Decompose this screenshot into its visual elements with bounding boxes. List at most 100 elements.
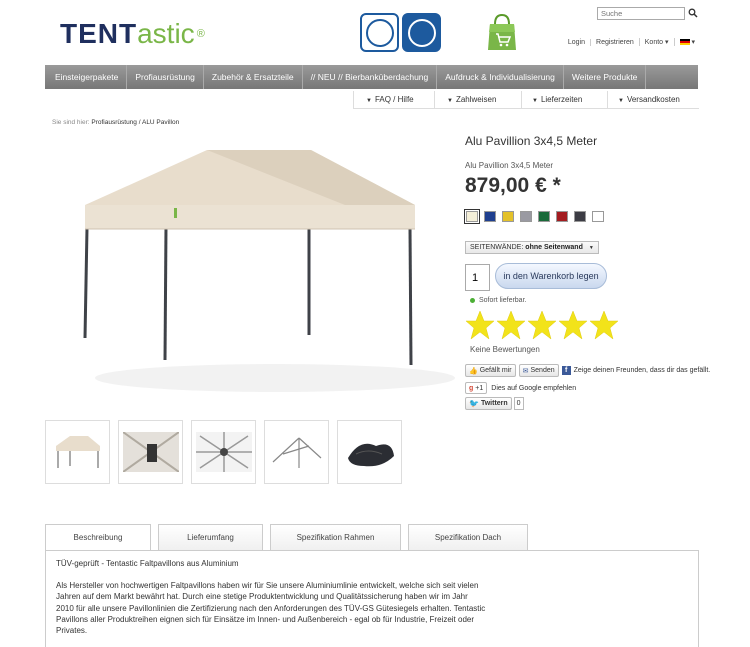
facebook-send-button[interactable]: ✉ Senden — [518, 364, 559, 377]
thumbnail-4[interactable] — [264, 420, 329, 484]
description-heading: TÜV-geprüft - Tentastic Faltpavillons au… — [56, 559, 239, 568]
nav-bierbankueberdachung[interactable]: // NEU // Bierbankūberdachung — [303, 65, 438, 89]
facebook-actions: 👍 Gefällt mir ✉ Senden f Zeige deinen Freu… — [465, 364, 710, 377]
main-navigation: Einsteigerpakete Profiausrüstung Zubehör… — [45, 65, 698, 89]
google-plus-button[interactable]: g +1 — [465, 382, 488, 394]
shopping-bag-icon[interactable] — [486, 12, 518, 52]
twitter-count: 0 — [513, 397, 524, 410]
subnav-versandkosten[interactable]: ▼ Versandkosten — [607, 91, 699, 108]
product-title: Alu Pavillion 3x4,5 Meter — [465, 134, 598, 148]
star-icon[interactable] — [465, 310, 495, 340]
add-to-cart-button[interactable]: in den Warenkorb legen — [495, 263, 607, 289]
star-icon[interactable] — [589, 310, 619, 340]
breadcrumb-prefix: Sie sind hier: — [52, 119, 92, 126]
nav-aufdruck[interactable]: Aufdruck & Individualisierung — [437, 65, 564, 89]
google-plus-icon: g — [469, 384, 474, 392]
color-swatch[interactable] — [592, 211, 604, 222]
google-plus-text: Dies auf Google empfehlen — [491, 384, 577, 392]
facebook-like-button[interactable]: 👍 Gefällt mir — [465, 364, 516, 377]
breadcrumb-current[interactable]: ALU Pavillon — [142, 119, 179, 126]
subnav-lieferzeiten-label: Lieferzeiten — [540, 95, 583, 104]
color-swatch[interactable] — [538, 211, 550, 222]
product-thumbnails — [45, 420, 402, 484]
quantity-input[interactable] — [465, 264, 490, 291]
triangle-down-icon: ▼ — [618, 98, 624, 104]
send-icon: ✉ — [522, 367, 529, 375]
twitter-actions: 🐦 Twittern 0 — [465, 397, 524, 410]
account-links: Login Registrieren Konto ▾ ▾ — [563, 38, 700, 46]
triangle-down-icon: ▼ — [588, 244, 594, 251]
tab-spezifikation-dach[interactable]: Spezifikation Dach — [408, 524, 528, 550]
twitter-button[interactable]: 🐦 Twittern — [465, 397, 512, 410]
subnav-zahlweisen-label: Zahlweisen — [455, 95, 497, 104]
thumbnail-3[interactable] — [191, 420, 256, 484]
register-link[interactable]: Registrieren — [590, 38, 639, 46]
service-navigation: ▼ FAQ / Hilfe ▼ Zahlweisen ▼ Lieferzeiten ▼… — [353, 91, 699, 109]
product-main-image[interactable] — [45, 130, 455, 400]
gs-seal-icon — [402, 13, 441, 52]
color-swatch[interactable] — [464, 209, 480, 224]
logo-text-tent: TENT — [60, 18, 138, 49]
tab-beschreibung[interactable]: Beschreibung — [45, 524, 151, 551]
stock-status: Sofort lieferbar. — [470, 297, 526, 304]
breadcrumb: Sie sind hier: Profiausrüstung / ALU Pav… — [52, 119, 179, 126]
color-swatch[interactable] — [484, 211, 496, 222]
description-panel: TÜV-geprüft - Tentastic Faltpavillons au… — [45, 550, 699, 647]
google-plus-actions: g +1 Dies auf Google empfehlen — [465, 382, 576, 394]
site-logo[interactable]: TENT astic ® — [60, 16, 205, 52]
facebook-icon: f — [561, 366, 571, 375]
triangle-down-icon: ▼ — [447, 98, 453, 104]
language-selector[interactable]: ▾ — [673, 38, 700, 46]
nav-weitere-produkte[interactable]: Weitere Produkte — [564, 65, 647, 89]
tab-lieferumfang[interactable]: Lieferumfang — [158, 524, 263, 550]
facebook-text: Zeige deinen Freunden, dass dir das gefä… — [573, 367, 711, 374]
product-subtitle: Alu Pavillion 3x4,5 Meter — [465, 161, 554, 170]
thumbnail-1[interactable] — [45, 420, 110, 484]
subnav-faq-label: FAQ / Hilfe — [374, 95, 414, 104]
search-input[interactable] — [597, 7, 685, 20]
login-link[interactable]: Login — [563, 39, 590, 46]
description-body: Als Hersteller von hochwertigen Faltpavi… — [56, 581, 486, 636]
reviews-count[interactable]: Keine Bewertungen — [470, 345, 540, 354]
logo-text-astic: astic — [137, 18, 195, 49]
thumbnail-5[interactable] — [337, 420, 402, 484]
account-menu[interactable]: Konto ▾ — [638, 38, 674, 46]
tab-spezifikation-rahmen[interactable]: Spezifikation Rahmen — [270, 524, 401, 550]
tuv-seal-icon — [360, 13, 399, 52]
subnav-versandkosten-label: Versandkosten — [626, 95, 680, 104]
subnav-zahlweisen[interactable]: ▼ Zahlweisen — [434, 91, 521, 108]
facebook-like-label: Gefällt mir — [479, 367, 512, 374]
thumbnail-2[interactable] — [118, 420, 183, 484]
product-price: 879,00 € * — [465, 174, 561, 197]
certification-seals — [360, 13, 444, 53]
color-swatch[interactable] — [574, 211, 586, 222]
nav-profiausruestung[interactable]: Profiausrüstung — [127, 65, 204, 89]
subnav-lieferzeiten[interactable]: ▼ Lieferzeiten — [521, 91, 607, 108]
star-icon[interactable] — [527, 310, 557, 340]
twitter-bird-icon: 🐦 — [469, 399, 479, 408]
color-swatches — [464, 209, 604, 224]
in-stock-dot-icon — [470, 298, 475, 303]
facebook-send-label: Senden — [530, 367, 555, 374]
sidewall-select-label: SEITENWÄNDE: — [470, 244, 524, 251]
thumbs-up-icon: 👍 — [469, 367, 478, 375]
color-swatch[interactable] — [556, 211, 568, 222]
color-swatch[interactable] — [520, 211, 532, 222]
google-plus-label: +1 — [475, 384, 484, 392]
sidewall-select-value: ohne Seitenwand — [525, 244, 583, 251]
stock-status-label: Sofort lieferbar. — [479, 297, 527, 304]
nav-zubehoer[interactable]: Zubehör & Ersatzteile — [204, 65, 303, 89]
subnav-faq[interactable]: ▼ FAQ / Hilfe — [353, 91, 434, 108]
breadcrumb-level1[interactable]: Profiausrüstung — [91, 119, 137, 126]
product-tabs: Beschreibung Lieferumfang Spezifikation … — [45, 524, 528, 551]
sidewall-select[interactable]: SEITENWÄNDE: ohne Seitenwand ▼ — [465, 241, 599, 254]
twitter-label: Twittern — [480, 400, 508, 407]
german-flag-icon — [679, 39, 690, 46]
triangle-down-icon: ▼ — [532, 98, 538, 104]
star-icon[interactable] — [558, 310, 588, 340]
nav-einsteigerpakete[interactable]: Einsteigerpakete — [45, 65, 128, 89]
star-icon[interactable] — [496, 310, 526, 340]
color-swatch[interactable] — [502, 211, 514, 222]
rating-stars[interactable] — [465, 310, 619, 340]
search-icon[interactable] — [688, 8, 698, 18]
